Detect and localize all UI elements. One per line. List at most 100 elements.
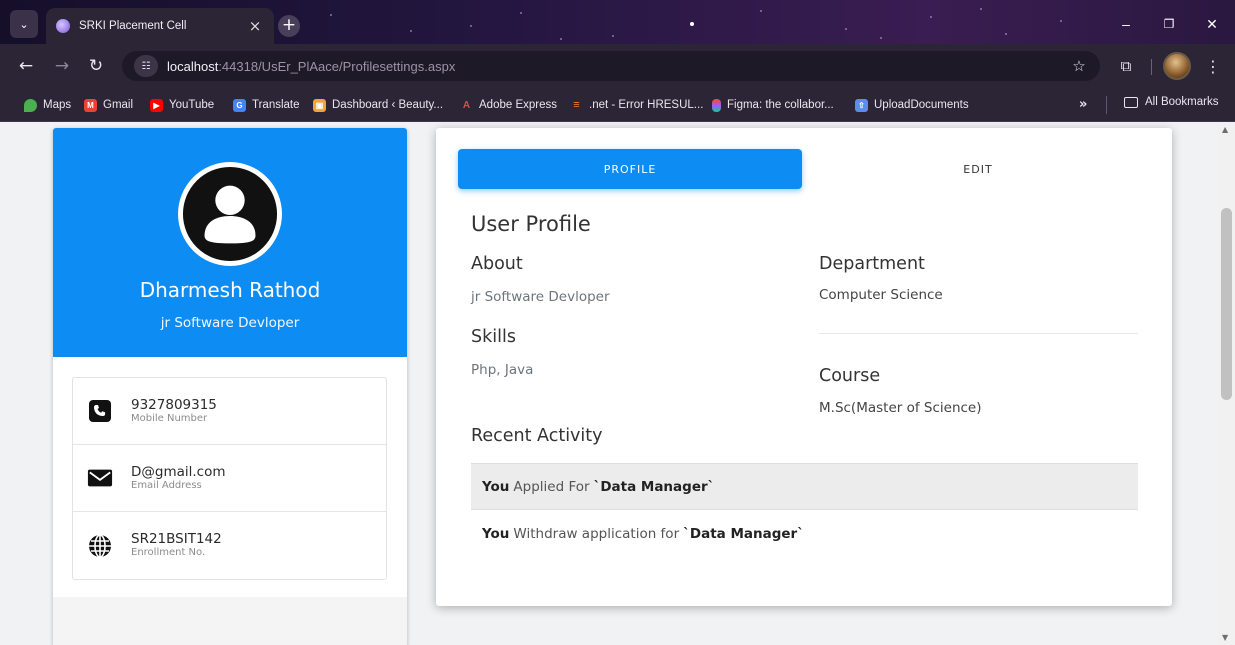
bookmark-dotnet-error[interactable]: ≡ .net - Error HRESUL... [570, 96, 703, 114]
enrollment-label: Enrollment No. [131, 547, 206, 558]
list-item-enrollment: SR21BSIT142 Enrollment No. [73, 512, 386, 579]
minimize-button[interactable]: – [1106, 6, 1146, 42]
gmail-icon: M [84, 98, 97, 112]
more-bookmarks-button[interactable]: » [1079, 97, 1087, 112]
course-heading: Course [819, 366, 881, 386]
youtube-icon: ▶ [150, 98, 163, 112]
activity-job: `Data Manager` [683, 525, 804, 542]
dashboard-icon: ▣ [313, 98, 326, 112]
contact-section: 9327809315 Mobile Number D@gmail.com Ema… [53, 357, 407, 597]
folder-icon [1124, 96, 1138, 108]
bookmark-label: Adobe Express [479, 99, 557, 111]
activity-item: You Applied For `Data Manager` [471, 463, 1138, 510]
scroll-thumb[interactable] [1221, 208, 1232, 400]
page-scrollbar[interactable]: ▲ ▼ [1218, 122, 1235, 645]
list-item-email: D@gmail.com Email Address [73, 445, 386, 512]
bookmark-gmail[interactable]: M Gmail [84, 96, 133, 114]
profile-summary-card: Dharmesh Rathod jr Software Devloper 932… [53, 128, 407, 645]
stackoverflow-icon: ≡ [573, 99, 580, 111]
phone-icon [87, 398, 113, 424]
user-circle-icon [182, 166, 278, 262]
activity-actor: You [482, 525, 510, 542]
email-value: D@gmail.com [131, 463, 226, 480]
globe-icon [87, 533, 113, 559]
url-text: localhost:44318/UsEr_PlAace/Profilesetti… [167, 59, 455, 74]
recent-activity-heading: Recent Activity [471, 426, 603, 446]
site-favicon-icon [56, 19, 70, 33]
bookmark-figma[interactable]: Figma: the collabor... [712, 96, 834, 114]
bookmark-star-icon[interactable]: ☆ [1068, 55, 1090, 77]
email-label: Email Address [131, 479, 202, 491]
forward-arrow-icon[interactable]: → [50, 54, 74, 78]
activity-text: Withdraw application for [513, 525, 680, 542]
restore-button[interactable]: ❐ [1149, 6, 1189, 42]
tab-profile[interactable]: PROFILE [458, 149, 802, 189]
bookmark-label: Figma: the collabor... [727, 99, 834, 111]
contact-list: 9327809315 Mobile Number D@gmail.com Ema… [72, 377, 387, 580]
all-bookmarks-button[interactable]: All Bookmarks [1124, 96, 1219, 108]
skills-value: Php, Java [471, 362, 534, 378]
tab-title: SRKI Placement Cell [79, 20, 187, 32]
bookmark-label: Translate [252, 99, 300, 111]
tab-edit[interactable]: EDIT [806, 149, 1150, 189]
course-value: M.Sc(Master of Science) [819, 400, 982, 416]
about-heading: About [471, 254, 523, 274]
user-role: jr Software Devloper [160, 315, 300, 331]
department-heading: Department [819, 254, 925, 274]
upload-documents-icon: ⇧ [855, 98, 868, 112]
tab-active[interactable]: SRKI Placement Cell × [46, 8, 274, 44]
avatar [178, 162, 282, 266]
bookmark-youtube[interactable]: ▶ YouTube [150, 96, 214, 114]
bookmark-label: YouTube [169, 99, 215, 111]
divider [819, 333, 1138, 334]
skills-heading: Skills [471, 327, 516, 347]
bookmark-maps[interactable]: Maps [24, 96, 71, 114]
bookmark-label: .net - Error HRESUL... [589, 99, 704, 111]
extensions-puzzle-icon[interactable]: ⧉ [1114, 54, 1138, 78]
mobile-number-value: 9327809315 [131, 396, 217, 413]
scroll-down-icon[interactable]: ▼ [1222, 633, 1228, 642]
activity-job: `Data Manager` [593, 478, 715, 495]
bookmarks-divider [1106, 96, 1107, 114]
browser-chrome: ⌄ SRKI Placement Cell × + – ❐ ✕ ← → ↻ ☷ … [0, 0, 1235, 122]
list-item-mobile: 9327809315 Mobile Number [73, 378, 386, 445]
toolbar-divider [1151, 59, 1152, 75]
close-window-button[interactable]: ✕ [1192, 6, 1232, 42]
maps-icon [24, 98, 37, 112]
profile-header: Dharmesh Rathod jr Software Devloper [53, 128, 407, 357]
bookmark-dashboard[interactable]: ▣ Dashboard ‹ Beauty... [313, 96, 443, 114]
page-title: User Profile [471, 212, 591, 236]
tab-search-button[interactable]: ⌄ [10, 10, 38, 38]
bookmark-label: Gmail [103, 99, 134, 111]
mobile-number-label: Mobile Number [131, 412, 208, 424]
translate-icon: G [233, 98, 246, 112]
bookmark-label: Dashboard ‹ Beauty... [332, 99, 444, 111]
browser-toolbar: ← → ↻ ☷ localhost:44318/UsEr_PlAace/Prof… [0, 44, 1235, 88]
chevron-down-icon: ⌄ [19, 17, 29, 31]
about-value: jr Software Devloper [471, 289, 610, 305]
url-host: localhost [167, 58, 219, 74]
user-name: Dharmesh Rathod [139, 278, 321, 302]
bookmark-adobe-express[interactable]: A Adobe Express [460, 96, 557, 114]
kebab-menu-icon[interactable]: ⋮ [1203, 54, 1223, 78]
back-arrow-icon[interactable]: ← [14, 54, 38, 78]
address-bar[interactable]: ☷ localhost:44318/UsEr_PlAace/Profileset… [122, 51, 1100, 81]
new-tab-button[interactable]: + [278, 15, 300, 37]
site-info-icon[interactable]: ☷ [134, 55, 158, 77]
reload-icon[interactable]: ↻ [84, 54, 108, 78]
browser-profile-avatar[interactable] [1163, 52, 1191, 80]
bookmarks-bar: Maps M Gmail ▶ YouTube G Translate ▣ Das… [0, 88, 1235, 122]
url-path: :44318/UsEr_PlAace/Profilesettings.aspx [218, 58, 456, 74]
bookmark-translate[interactable]: G Translate [233, 96, 300, 114]
adobe-icon: A [462, 99, 471, 111]
activity-actor: You [482, 478, 510, 495]
bookmark-label: Maps [43, 99, 72, 111]
figma-icon [712, 98, 721, 112]
department-value: Computer Science [819, 287, 943, 303]
enrollment-value: SR21BSIT142 [131, 531, 222, 547]
all-bookmarks-label: All Bookmarks [1145, 96, 1219, 108]
profile-details-card: PROFILE EDIT User Profile About jr Softw… [436, 128, 1172, 606]
bookmark-upload-documents[interactable]: ⇧ UploadDocuments [855, 96, 969, 114]
tab-close-icon[interactable]: × [246, 17, 264, 35]
scroll-up-icon[interactable]: ▲ [1222, 125, 1228, 134]
